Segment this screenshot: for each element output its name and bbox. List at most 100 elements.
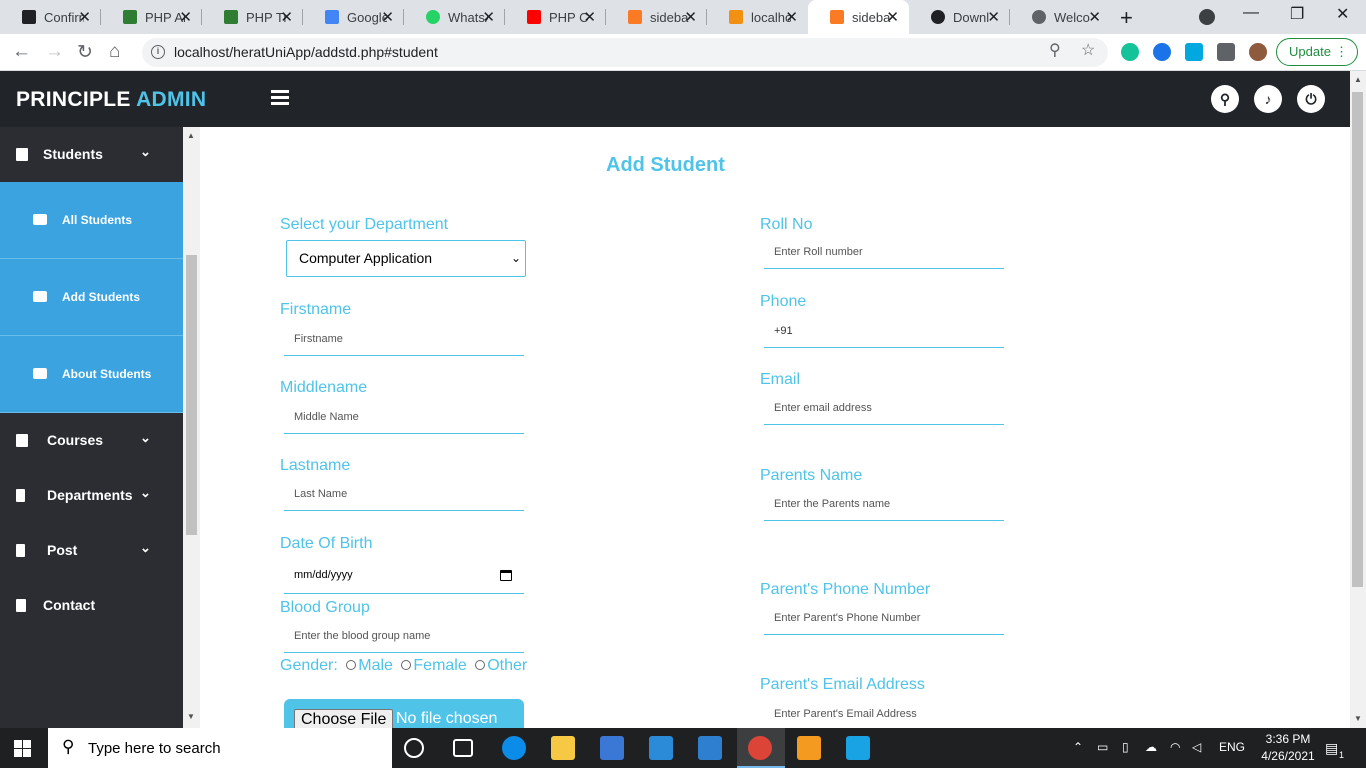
dob-input[interactable]: mm/dd/yyyy: [284, 558, 524, 594]
email-input[interactable]: [764, 391, 1004, 425]
browser-tab[interactable]: sideba ✕: [606, 0, 707, 34]
tab-close-icon[interactable]: ✕: [785, 8, 798, 26]
blood-group-input[interactable]: [284, 619, 524, 653]
search-icon[interactable]: ⚲: [1211, 85, 1239, 113]
grammarly-extension-icon[interactable]: [1121, 43, 1139, 61]
tab-close-icon[interactable]: ✕: [583, 8, 596, 26]
gender-female-radio[interactable]: [401, 660, 412, 670]
tab-close-icon[interactable]: ✕: [78, 8, 91, 26]
bookmark-star-icon[interactable]: ☆: [1081, 40, 1095, 60]
phone-input[interactable]: [764, 314, 1004, 348]
tray-chevron-up-icon[interactable]: ⌃: [1073, 740, 1083, 754]
browser-tab[interactable]: Welco ✕: [1010, 0, 1111, 34]
users-icon: [33, 214, 47, 225]
bell-icon[interactable]: ♪: [1254, 85, 1282, 113]
page-scrollbar-thumb[interactable]: [1352, 92, 1363, 587]
scroll-down-arrow-icon[interactable]: ▼: [1354, 714, 1362, 723]
site-info-icon[interactable]: i: [151, 45, 165, 59]
wifi-icon[interactable]: ◠: [1170, 740, 1180, 754]
tab-close-icon[interactable]: ✕: [381, 8, 394, 26]
tab-close-icon[interactable]: ✕: [280, 8, 293, 26]
puzzle-extensions-icon[interactable]: [1217, 43, 1235, 61]
minimize-icon[interactable]: —: [1243, 4, 1259, 22]
taskbar-search[interactable]: ⚲ Type here to search: [48, 728, 392, 768]
scroll-down-arrow-icon[interactable]: ▼: [187, 712, 195, 721]
forward-arrow-icon[interactable]: →: [45, 41, 64, 63]
browser-tab[interactable]: localho ✕: [707, 0, 808, 34]
profile-avatar[interactable]: [1249, 43, 1267, 61]
vscode-icon[interactable]: [649, 736, 673, 760]
scroll-up-arrow-icon[interactable]: ▲: [1354, 75, 1362, 84]
parents-name-input[interactable]: [764, 487, 1004, 521]
chrome-icon[interactable]: [748, 736, 772, 760]
middlename-input[interactable]: [284, 400, 524, 434]
tab-close-icon[interactable]: ✕: [482, 8, 495, 26]
windows-start-icon[interactable]: [14, 740, 31, 757]
tab-close-icon[interactable]: ✕: [987, 8, 1000, 26]
menu-toggle-icon[interactable]: [271, 90, 289, 106]
parent-email-input[interactable]: [764, 697, 1004, 728]
sidebar-item-contact[interactable]: Contact: [0, 578, 183, 633]
language-indicator[interactable]: ENG: [1219, 740, 1245, 754]
device-icon[interactable]: ▯: [1122, 740, 1129, 754]
gender-male-radio[interactable]: [346, 660, 357, 670]
address-bar[interactable]: i localhost/heratUniApp/addstd.php#stude…: [142, 38, 1108, 67]
scroll-up-arrow-icon[interactable]: ▲: [187, 131, 195, 140]
browser-tab[interactable]: PHP CI ✕: [505, 0, 606, 34]
sidebar-item-all-students[interactable]: All Students: [0, 182, 183, 259]
power-icon[interactable]: ⏻: [1297, 85, 1325, 113]
back-arrow-icon[interactable]: ←: [12, 41, 31, 63]
brand-logo[interactable]: PRINCIPLE ADMIN: [16, 88, 206, 112]
battery-icon[interactable]: ▭: [1097, 740, 1108, 754]
extension-icon[interactable]: [1185, 43, 1203, 61]
calendar-icon[interactable]: [500, 570, 512, 581]
zoom-icon[interactable]: ⚲: [1049, 40, 1061, 60]
new-tab-icon[interactable]: +: [1120, 5, 1133, 31]
update-button[interactable]: Update ⋮: [1276, 38, 1358, 66]
tab-search-icon[interactable]: [1199, 9, 1215, 25]
remote-app-icon[interactable]: [846, 736, 870, 760]
more-menu-icon[interactable]: ⋮: [1335, 39, 1348, 65]
restore-icon[interactable]: ❐: [1290, 4, 1304, 24]
browser-tab[interactable]: PHP Ar ✕: [101, 0, 202, 34]
department-select[interactable]: Computer Application ⌄: [286, 240, 526, 277]
store-icon[interactable]: [600, 736, 624, 760]
reload-icon[interactable]: ↻: [77, 41, 93, 64]
system-clock[interactable]: 3:36 PM 4/26/2021: [1258, 731, 1318, 765]
tab-close-icon[interactable]: ✕: [684, 8, 697, 26]
gender-other-radio[interactable]: [475, 660, 486, 670]
parent-phone-input[interactable]: [764, 601, 1004, 635]
volume-icon[interactable]: ◁: [1192, 740, 1201, 754]
browser-tab[interactable]: WhatsA✕: [404, 0, 505, 34]
sidebar-item-add-students[interactable]: Add Students: [0, 259, 183, 336]
sidebar-scrollbar-thumb[interactable]: [186, 255, 197, 535]
sidebar-item-students[interactable]: Students ⌄: [0, 127, 183, 182]
choose-file-button[interactable]: Choose File: [294, 709, 394, 728]
lastname-input[interactable]: [284, 477, 524, 511]
task-view-icon[interactable]: [453, 739, 473, 757]
browser-tab[interactable]: Downl ✕: [909, 0, 1010, 34]
tab-close-icon[interactable]: ✕: [179, 8, 192, 26]
edge-icon[interactable]: [502, 736, 526, 760]
roll-no-input[interactable]: [764, 235, 1004, 269]
browser-tab[interactable]: Google ✕: [303, 0, 404, 34]
file-explorer-icon[interactable]: [551, 736, 575, 760]
window-close-icon[interactable]: ✕: [1336, 4, 1349, 24]
sidebar-item-about-students[interactable]: About Students: [0, 336, 183, 413]
mail-icon[interactable]: [698, 736, 722, 760]
sublime-text-icon[interactable]: [797, 736, 821, 760]
sidebar-item-departments[interactable]: Departments ⌄: [0, 468, 183, 523]
cloud-icon[interactable]: ☁: [1145, 740, 1157, 754]
tab-close-icon[interactable]: ✕: [1088, 8, 1101, 26]
firstname-input[interactable]: [284, 322, 524, 356]
home-icon[interactable]: ⌂: [109, 41, 120, 63]
sidebar-item-courses[interactable]: Courses ⌄: [0, 413, 183, 468]
notification-icon[interactable]: ▤: [1325, 740, 1338, 757]
browser-tab[interactable]: PHP Tr ✕: [202, 0, 303, 34]
cortana-icon[interactable]: [404, 738, 424, 758]
browser-tab-active[interactable]: sideba ✕: [808, 0, 909, 34]
browser-tab[interactable]: Confirm✕: [0, 0, 101, 34]
tab-close-icon[interactable]: ✕: [886, 8, 899, 26]
extension-icon[interactable]: [1153, 43, 1171, 61]
sidebar-item-post[interactable]: Post ⌄: [0, 523, 183, 578]
